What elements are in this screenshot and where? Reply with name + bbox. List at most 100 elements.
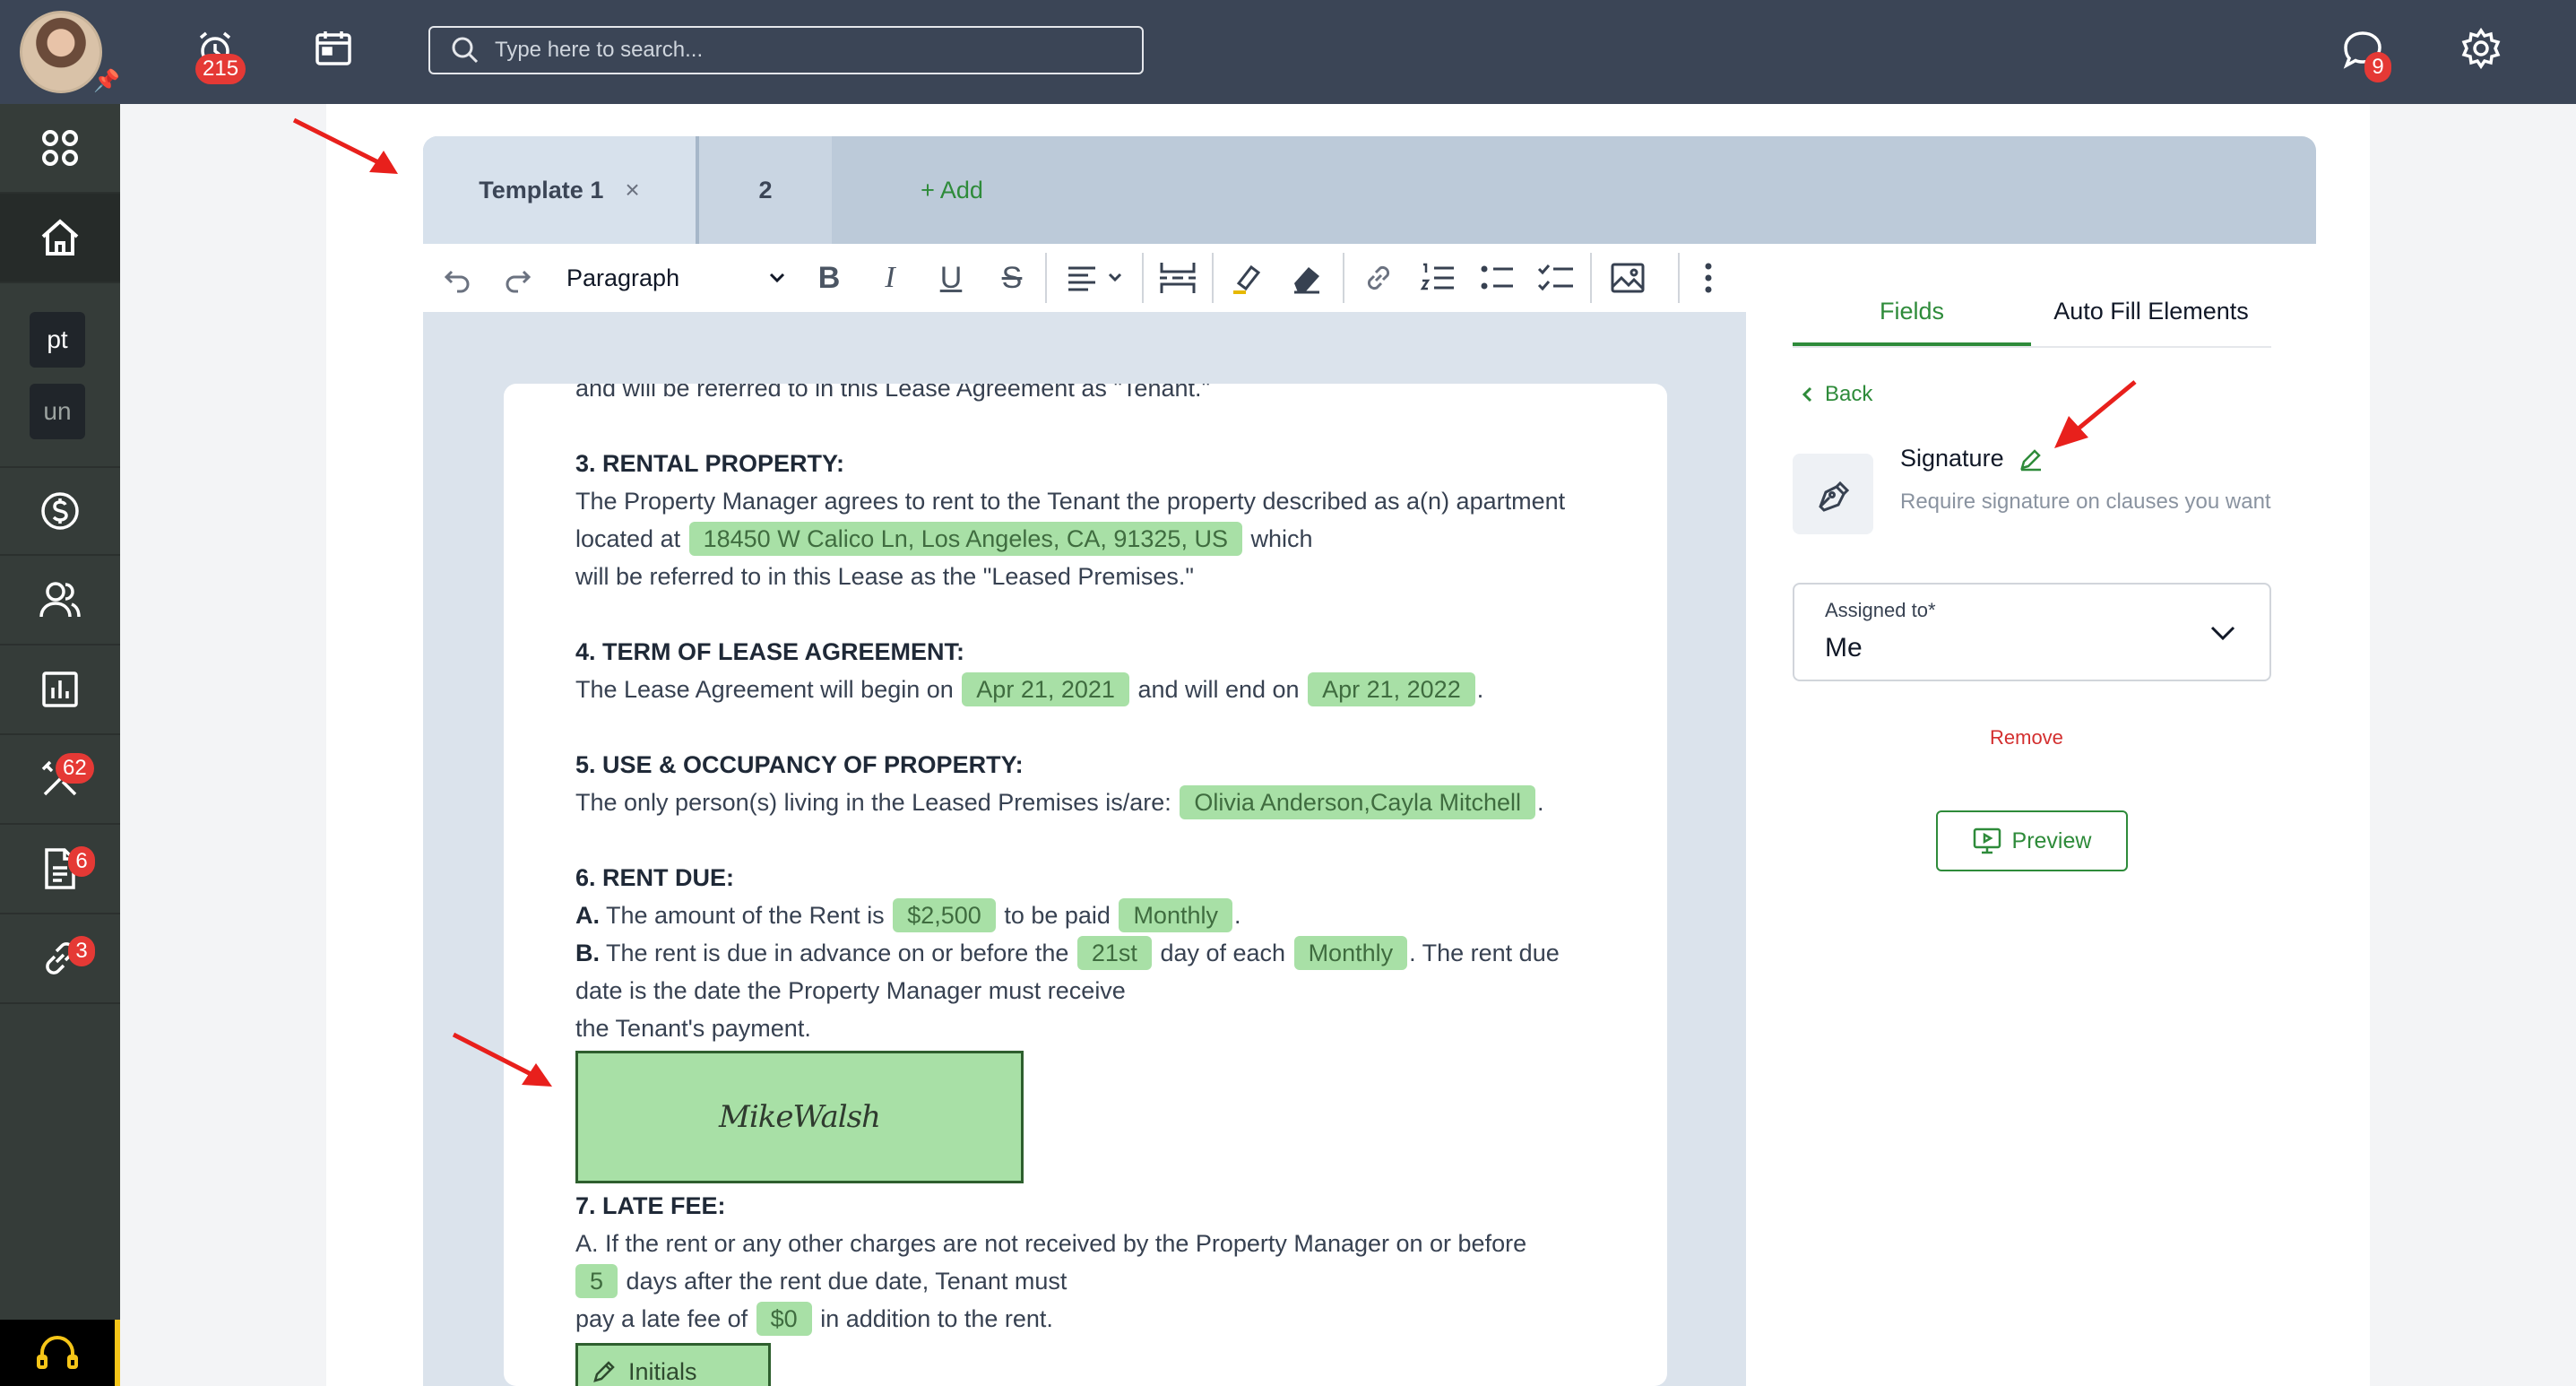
align-button[interactable]: [1059, 244, 1131, 312]
field-due-day[interactable]: 21st: [1076, 936, 1152, 970]
doc-text: .: [1233, 902, 1241, 929]
annotation-arrow: [292, 117, 398, 174]
image-icon: [1611, 263, 1645, 293]
tools-badge: 62: [56, 753, 94, 784]
initials-label: Initials: [628, 1358, 697, 1385]
field-rent-frequency[interactable]: Monthly: [1119, 898, 1232, 932]
checklist-icon: [1537, 264, 1573, 291]
field-late-fee[interactable]: $0: [756, 1302, 812, 1336]
signature-field-icon-box: [1793, 454, 1873, 534]
pin-icon: 📌: [93, 69, 120, 93]
grid-icon: [42, 130, 78, 166]
preview-label: Preview: [2011, 827, 2092, 853]
document-page[interactable]: and will be referred to in this Lease Ag…: [504, 384, 1667, 1386]
support-button[interactable]: [0, 1320, 120, 1386]
chat-badge: 9: [2364, 52, 2391, 82]
field-occupants[interactable]: Olivia Anderson,Cayla Mitchell: [1180, 785, 1535, 819]
tab-auto-fill-elements[interactable]: Auto Fill Elements: [2031, 280, 2271, 342]
back-label: Back: [1825, 382, 1873, 406]
tab-template-1[interactable]: Template 1 ×: [423, 136, 696, 244]
checklist-button[interactable]: [1531, 244, 1581, 312]
more-options-button[interactable]: [1690, 244, 1726, 312]
search-input[interactable]: [493, 37, 1106, 64]
field-end-date[interactable]: Apr 21, 2022: [1308, 672, 1475, 706]
field-rent-amount[interactable]: $2,500: [893, 898, 996, 932]
sidebar-tag-pt[interactable]: pt: [30, 312, 85, 368]
settings-button[interactable]: [2456, 23, 2506, 74]
image-button[interactable]: [1603, 244, 1653, 312]
numbered-list-button[interactable]: [1413, 244, 1463, 312]
redo-button[interactable]: [495, 244, 540, 312]
sidebar-item-documents[interactable]: 6: [0, 825, 120, 914]
sidebar-tag-un[interactable]: un: [30, 384, 85, 439]
sidebar-item-home[interactable]: [0, 194, 120, 283]
sidebar-item-links[interactable]: 3: [0, 914, 120, 1004]
underline-button[interactable]: U: [929, 244, 973, 312]
field-due-frequency[interactable]: Monthly: [1293, 936, 1408, 970]
left-sidebar: pt un 62 6 3: [0, 104, 120, 1386]
doc-text: The Lease Agreement will begin on: [575, 676, 954, 703]
chat-button[interactable]: 9: [2338, 25, 2391, 82]
doc-line: A. If the rent or any other charges are …: [575, 1230, 1527, 1257]
doc-line: The only person(s) living in the Leased …: [575, 784, 1633, 821]
alarm-button[interactable]: 215: [190, 23, 246, 84]
link-button[interactable]: [1353, 244, 1404, 312]
bar-chart-icon: [42, 671, 78, 707]
undo-button[interactable]: [436, 244, 480, 312]
assigned-to-label: Assigned to*: [1825, 599, 1936, 621]
sidebar-item-apps[interactable]: [0, 104, 120, 194]
signature-text: MikeWalsh: [719, 1099, 881, 1135]
doc-text: days after the rent due date, Tenant mus…: [626, 1268, 1068, 1295]
highlight-button[interactable]: [1223, 244, 1273, 312]
bold-button[interactable]: B: [807, 244, 851, 312]
dollar-circle-icon: [41, 492, 79, 530]
user-avatar[interactable]: [20, 11, 102, 93]
top-bar: 📌 215 9: [0, 0, 2576, 104]
field-start-date[interactable]: Apr 21, 2021: [962, 672, 1129, 706]
editor-toolbar: Paragraph B I U S: [423, 244, 1746, 313]
signature-field[interactable]: MikeWalsh: [575, 1051, 1024, 1183]
annotation-arrow: [452, 1032, 552, 1087]
bold-icon: B: [817, 260, 841, 295]
sidebar-item-reports[interactable]: [0, 645, 120, 735]
paragraph-style-select[interactable]: Paragraph: [566, 244, 791, 312]
strikethrough-button[interactable]: S: [990, 244, 1034, 312]
tab-2[interactable]: 2: [699, 136, 832, 244]
link-icon: [1367, 265, 1390, 290]
edit-pencil-icon[interactable]: [2018, 446, 2044, 472]
field-description: Require signature on clauses you want: [1900, 489, 2271, 514]
initials-field[interactable]: Initials: [575, 1343, 771, 1386]
search-box[interactable]: [428, 26, 1144, 74]
sidebar-item-tools[interactable]: 62: [0, 735, 120, 825]
page-break-button[interactable]: [1153, 244, 1203, 312]
preview-button[interactable]: Preview: [1936, 810, 2128, 871]
calendar-icon: [316, 31, 351, 65]
field-address[interactable]: 18450 W Calico Ln, Los Angeles, CA, 9132…: [688, 522, 1242, 556]
doc-line: The Property Manager agrees to rent to t…: [575, 488, 1566, 515]
back-link[interactable]: Back: [1800, 382, 1872, 407]
paragraph-style-value: Paragraph: [566, 264, 680, 291]
assigned-to-select[interactable]: Assigned to* Me: [1793, 583, 2271, 681]
calendar-button[interactable]: [308, 23, 359, 74]
eraser-button[interactable]: [1282, 244, 1332, 312]
close-tab-icon[interactable]: ×: [625, 176, 639, 204]
remove-field-button[interactable]: Remove: [1990, 726, 2063, 749]
toolbar-divider: [1142, 253, 1144, 303]
gear-icon: [2461, 27, 2501, 70]
italic-icon: I: [885, 261, 895, 294]
field-late-days[interactable]: 5: [575, 1264, 618, 1298]
tab-fields[interactable]: Fields: [1793, 280, 2031, 346]
italic-button[interactable]: I: [868, 244, 912, 312]
template-tab-bar: Template 1 × 2 + Add: [423, 136, 2316, 244]
pen-nib-icon: [1819, 481, 1850, 512]
pencil-icon: [593, 1361, 615, 1382]
people-icon: [39, 582, 81, 618]
redo-icon: [506, 270, 532, 293]
undo-icon: [444, 270, 470, 293]
sidebar-item-contacts[interactable]: [0, 556, 120, 645]
add-tab-button[interactable]: + Add: [880, 136, 1024, 244]
field-panel-tabs: Fields Auto Fill Elements: [1793, 280, 2271, 348]
sidebar-item-finance[interactable]: [0, 466, 120, 556]
doc-text: . The rent due: [1409, 940, 1560, 966]
bullet-list-button[interactable]: [1472, 244, 1522, 312]
